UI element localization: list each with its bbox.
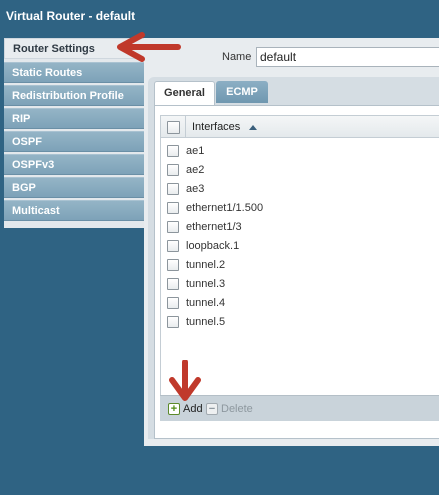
row-checkbox[interactable] — [167, 240, 179, 252]
sidebar-item-label: OSPFv3 — [12, 159, 55, 171]
row-checkbox[interactable] — [167, 164, 179, 176]
interface-name: tunnel.5 — [186, 316, 226, 328]
row-checkbox[interactable] — [167, 202, 179, 214]
name-label: Name — [222, 51, 252, 63]
sidebar-item-label: Static Routes — [12, 67, 83, 79]
interface-name: loopback.1 — [186, 240, 240, 252]
sidebar-item-rip[interactable]: RIP — [4, 108, 144, 129]
table-row[interactable]: tunnel.5 — [161, 313, 439, 332]
table-toolbar: + Add − Delete — [160, 395, 439, 421]
select-all-checkbox[interactable] — [167, 121, 180, 134]
sidebar-item-bgp[interactable]: BGP — [4, 177, 144, 198]
table-row[interactable]: ethernet1/1.500 — [161, 199, 439, 218]
sidebar-item-ospf[interactable]: OSPF — [4, 131, 144, 152]
interface-name: tunnel.4 — [186, 297, 226, 309]
sidebar-item-router-settings[interactable]: Router Settings — [4, 38, 144, 59]
sidebar-item-label: RIP — [12, 113, 31, 125]
row-checkbox[interactable] — [167, 259, 179, 271]
table-row[interactable]: loopback.1 — [161, 237, 439, 256]
sidebar-item-label: OSPF — [12, 136, 42, 148]
row-checkbox[interactable] — [167, 316, 179, 328]
sidebar-item-label: Router Settings — [13, 43, 95, 55]
interface-name: ethernet1/1.500 — [186, 202, 264, 214]
interface-name: tunnel.2 — [186, 259, 226, 271]
table-row[interactable]: tunnel.2 — [161, 256, 439, 275]
plus-icon: + — [168, 403, 180, 415]
sidebar-item-label: Redistribution Profile — [12, 90, 124, 102]
interface-name: ethernet1/3 — [186, 221, 242, 233]
delete-label: Delete — [221, 403, 253, 415]
sidebar-item-ospfv3[interactable]: OSPFv3 — [4, 154, 144, 175]
add-button[interactable]: + Add — [168, 402, 203, 416]
sidebar-item-redistribution-profile[interactable]: Redistribution Profile — [4, 85, 144, 106]
table-row[interactable]: tunnel.3 — [161, 275, 439, 294]
row-checkbox[interactable] — [167, 145, 179, 157]
delete-button[interactable]: − Delete — [206, 402, 253, 416]
sidebar-item-label: Multicast — [12, 205, 60, 217]
sidebar: Router Settings Static Routes Redistribu… — [4, 38, 144, 228]
interfaces-table: Interfaces ae1 ae2 ae3 ethernet1/1.500 e… — [160, 115, 439, 398]
row-checkbox[interactable] — [167, 221, 179, 233]
sort-ascending-icon — [249, 125, 257, 130]
row-checkbox[interactable] — [167, 278, 179, 290]
window-title: Virtual Router - default — [0, 0, 439, 38]
table-row[interactable]: ethernet1/3 — [161, 218, 439, 237]
sidebar-item-static-routes[interactable]: Static Routes — [4, 62, 144, 83]
header-divider — [185, 116, 186, 138]
sidebar-item-label: BGP — [12, 182, 36, 194]
minus-icon: − — [206, 403, 218, 415]
table-row[interactable]: ae3 — [161, 180, 439, 199]
add-label: Add — [183, 403, 203, 415]
interfaces-section: Interfaces ae1 ae2 ae3 ethernet1/1.500 e… — [152, 74, 439, 464]
row-checkbox[interactable] — [167, 183, 179, 195]
name-input[interactable] — [256, 47, 439, 67]
table-row[interactable]: ae1 — [161, 142, 439, 161]
table-row[interactable]: ae2 — [161, 161, 439, 180]
table-row[interactable]: tunnel.4 — [161, 294, 439, 313]
interface-name: tunnel.3 — [186, 278, 226, 290]
interfaces-column-header[interactable]: Interfaces — [192, 121, 240, 133]
interface-name: ae1 — [186, 145, 205, 157]
interface-name: ae2 — [186, 164, 205, 176]
sidebar-item-multicast[interactable]: Multicast — [4, 200, 144, 221]
row-checkbox[interactable] — [167, 297, 179, 309]
dialog-body: Router Settings Static Routes Redistribu… — [0, 38, 439, 495]
interface-name: ae3 — [186, 183, 205, 195]
table-header: Interfaces — [161, 116, 439, 138]
